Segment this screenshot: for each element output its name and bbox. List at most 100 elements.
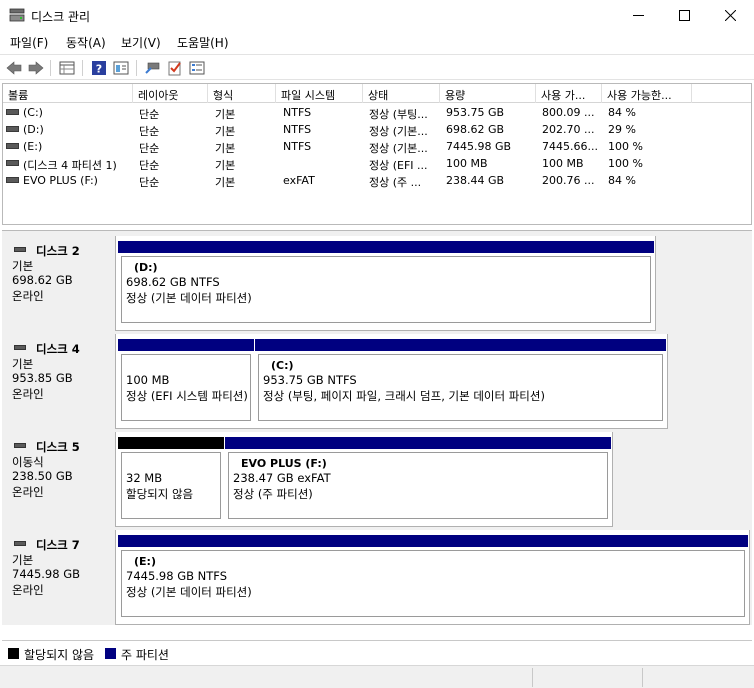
disk-status: 온라인 xyxy=(12,289,44,303)
properties-grid-icon xyxy=(59,61,75,75)
disk-row: 디스크 2 기본 698.62 GB 온라인 (D:) 698.62 GB NTFS 정상 … xyxy=(2,236,656,331)
volume-row[interactable]: (디스크 4 파티션 1) 단순 기본 정상 (EFI ... 100 MB 100 MB… xyxy=(3,155,751,172)
back-button[interactable] xyxy=(4,58,24,78)
cell-status: 정상 (부팅... xyxy=(369,108,428,121)
partition-body: 100 MB 정상 (EFI 시스템 파티션) xyxy=(121,354,251,421)
volume-row[interactable]: (C:) 단순 기본 NTFS 정상 (부팅... 953.75 GB 800.09 ...… xyxy=(3,104,751,121)
back-icon xyxy=(6,61,22,75)
connect-button[interactable] xyxy=(143,58,163,78)
cell-capacity: 100 MB xyxy=(446,157,488,170)
window-title: 디스크 관리 xyxy=(31,10,91,24)
svg-text:?: ? xyxy=(96,63,102,76)
minimize-button[interactable] xyxy=(615,0,661,31)
forward-icon xyxy=(28,61,44,75)
list-icon xyxy=(189,61,205,75)
connect-icon xyxy=(145,62,160,74)
legend-label-primary: 주 파티션 xyxy=(121,648,169,662)
partition-size: 238.47 GB exFAT xyxy=(233,471,331,485)
cell-type: 기본 xyxy=(215,159,236,172)
partition-size: 32 MB xyxy=(126,471,163,485)
partition-color-bar xyxy=(118,437,224,449)
disk-name: 디스크 7 xyxy=(36,538,80,552)
disk-label[interactable]: 디스크 4 기본 953.85 GB 온라인 xyxy=(2,334,116,429)
column-header-type[interactable]: 형식 xyxy=(208,84,276,103)
properties-button[interactable] xyxy=(57,58,77,78)
disk-row: 디스크 4 기본 953.85 GB 온라인 100 MB 정상 (EFI 시스템 파티션… xyxy=(2,334,668,429)
partition-name: EVO PLUS (F:) xyxy=(241,457,327,470)
cell-status: 정상 (기본... xyxy=(369,125,428,138)
title-bar: 디스크 관리 xyxy=(0,0,754,31)
disk-name: 디스크 4 xyxy=(36,342,80,356)
column-header-capacity[interactable]: 용량 xyxy=(440,84,536,103)
menu-bar: 파일(F) 동작(A) 보기(V) 도움말(H) xyxy=(0,31,754,52)
toolbar: ? xyxy=(0,54,754,80)
disk-label[interactable]: 디스크 5 이동식 238.50 GB 온라인 xyxy=(2,432,116,527)
disk-icon xyxy=(14,541,26,546)
partition-status: 정상 (주 파티션) xyxy=(233,487,313,501)
partition-status: 정상 (EFI 시스템 파티션) xyxy=(126,389,248,403)
cell-capacity: 7445.98 GB xyxy=(446,140,512,153)
disk-icon xyxy=(14,443,26,448)
disk-type: 기본 xyxy=(12,259,34,273)
column-header-status[interactable]: 상태 xyxy=(363,84,440,103)
disk-status: 온라인 xyxy=(12,387,44,401)
cell-capacity: 238.44 GB xyxy=(446,174,505,187)
cell-percent-free: 100 % xyxy=(608,157,643,170)
unallocated-partition[interactable]: 32 MB 할당되지 않음 xyxy=(118,437,224,522)
partition[interactable]: (C:) 953.75 GB NTFS 정상 (부팅, 페이지 파일, 크래시 덤프… xyxy=(255,339,666,424)
column-header-layout[interactable]: 레이아웃 xyxy=(133,84,208,103)
close-button[interactable] xyxy=(707,0,753,31)
disk-size: 953.85 GB xyxy=(12,371,73,385)
cell-layout: 단순 xyxy=(139,159,160,172)
partition-status: 할당되지 않음 xyxy=(126,487,194,501)
cell-status: 정상 (주 ... xyxy=(369,176,422,189)
cell-percent-free: 29 % xyxy=(608,123,636,136)
column-header-free-space[interactable]: 사용 가... xyxy=(536,84,602,103)
disk-row: 디스크 5 이동식 238.50 GB 온라인 32 MB 할당되지 않음 EVO PLUS… xyxy=(2,432,613,527)
partition[interactable]: 100 MB 정상 (EFI 시스템 파티션) xyxy=(118,339,254,424)
help-icon: ? xyxy=(92,61,106,76)
disk-type: 기본 xyxy=(12,553,34,567)
cell-free-space: 202.70 ... xyxy=(542,123,595,136)
cell-type: 기본 xyxy=(215,108,236,121)
cell-volume: (E:) xyxy=(23,140,43,153)
menu-view[interactable]: 보기(V) xyxy=(121,34,161,51)
cell-percent-free: 84 % xyxy=(608,106,636,119)
disk-label[interactable]: 디스크 2 기본 698.62 GB 온라인 xyxy=(2,236,116,331)
column-header-percent-free[interactable]: 사용 가능한... xyxy=(602,84,692,103)
toolbar-separator xyxy=(50,60,51,76)
status-bar-divider xyxy=(532,668,533,687)
disk-label[interactable]: 디스크 7 기본 7445.98 GB 온라인 xyxy=(2,530,116,625)
disk-size: 7445.98 GB xyxy=(12,567,81,581)
partition[interactable]: (D:) 698.62 GB NTFS 정상 (기본 데이터 파티션) xyxy=(118,241,654,326)
menu-help[interactable]: 도움말(H) xyxy=(177,34,229,51)
volume-row[interactable]: (E:) 단순 기본 NTFS 정상 (기본... 7445.98 GB 7445.66..… xyxy=(3,138,751,155)
column-header-filesystem[interactable]: 파일 시스템 xyxy=(276,84,363,103)
partition-color-bar xyxy=(118,535,748,547)
menu-action[interactable]: 동작(A) xyxy=(66,34,106,51)
list-button[interactable] xyxy=(187,58,207,78)
legend-swatch-primary xyxy=(105,648,116,659)
volume-row[interactable]: (D:) 단순 기본 NTFS 정상 (기본... 698.62 GB 202.70 ...… xyxy=(3,121,751,138)
volume-list: 볼륨 레이아웃 형식 파일 시스템 상태 용량 사용 가... 사용 가능한..… xyxy=(2,83,752,225)
legend: 할당되지 않음 주 파티션 xyxy=(2,640,752,665)
view-panel-button[interactable] xyxy=(111,58,131,78)
column-header-volume[interactable]: 볼륨 xyxy=(3,84,133,103)
legend-label-unallocated: 할당되지 않음 xyxy=(24,648,95,662)
help-button[interactable]: ? xyxy=(89,58,109,78)
toolbar-separator xyxy=(136,60,137,76)
menu-file[interactable]: 파일(F) xyxy=(10,34,48,51)
cell-volume: (C:) xyxy=(23,106,43,119)
forward-button[interactable] xyxy=(26,58,46,78)
check-button[interactable] xyxy=(165,58,185,78)
volume-row[interactable]: EVO PLUS (F:) 단순 기본 exFAT 정상 (주 ... 238.44 GB… xyxy=(3,172,751,189)
disk-status: 온라인 xyxy=(12,583,44,597)
partition[interactable]: EVO PLUS (F:) 238.47 GB exFAT 정상 (주 파티션) xyxy=(225,437,611,522)
drive-icon xyxy=(6,177,19,183)
partition[interactable]: (E:) 7445.98 GB NTFS 정상 (기본 데이터 파티션) xyxy=(118,535,748,620)
drive-icon xyxy=(6,160,19,166)
maximize-button[interactable] xyxy=(661,0,707,31)
partition-name: (C:) xyxy=(271,359,294,372)
cell-filesystem: NTFS xyxy=(283,106,312,119)
cell-capacity: 953.75 GB xyxy=(446,106,505,119)
